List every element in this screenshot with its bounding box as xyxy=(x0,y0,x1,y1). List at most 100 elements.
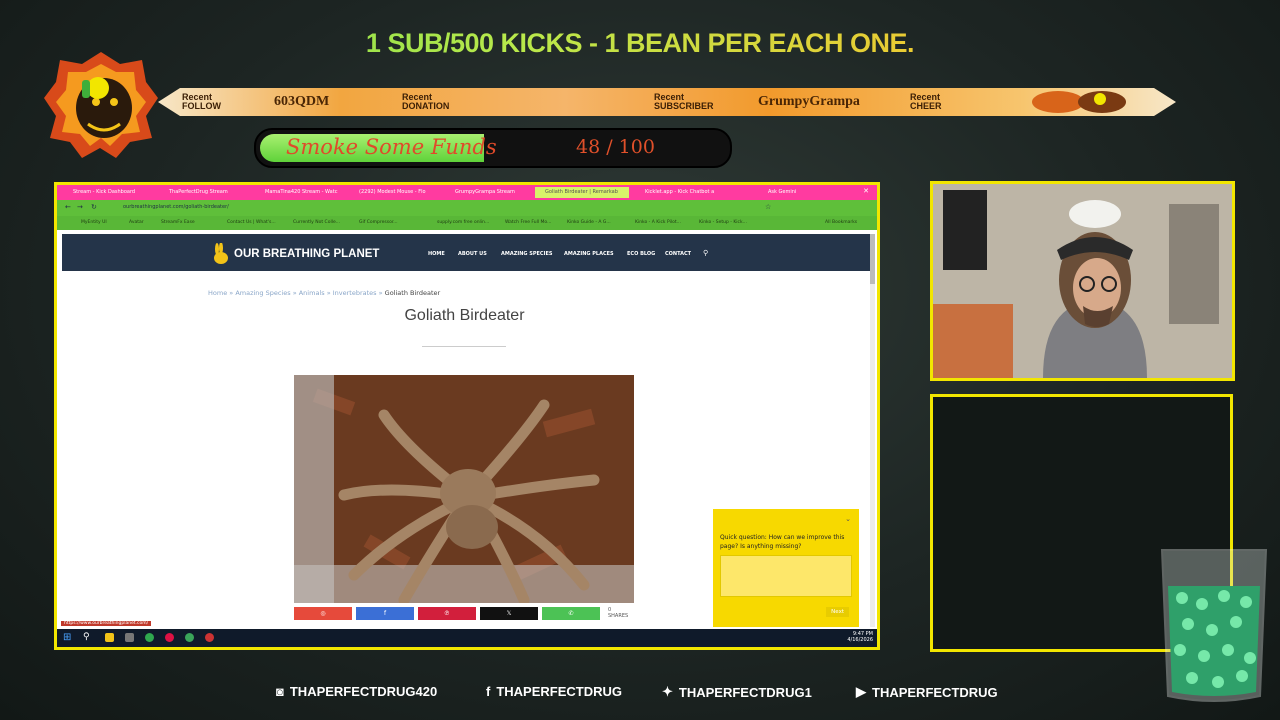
lion-logo-icon xyxy=(44,52,158,158)
site-logo[interactable]: OUR BREATHING PLANET xyxy=(210,243,379,265)
social-facebook: f THAPERFECTDRUG xyxy=(486,684,623,699)
browser-tab[interactable]: (2292) Modest Mouse - Flo xyxy=(349,187,437,198)
social-links: ◙ THAPERFECTDRUG420 f THAPERFECTDRUG ✦ THAP… xyxy=(0,684,1280,704)
nav-amazing-species[interactable]: AMAZING SPECIES xyxy=(501,251,552,257)
ticker-label: Recent SUBSCRIBER xyxy=(654,92,714,111)
social-instagram: ◙ THAPERFECTDRUG420 xyxy=(276,684,438,699)
close-window-icon[interactable]: ✕ xyxy=(863,187,869,195)
reload-icon[interactable]: ↻ xyxy=(91,203,97,211)
survey-next-button[interactable]: Next xyxy=(826,607,849,617)
breadcrumb-link[interactable]: Animals xyxy=(299,289,325,297)
browser-tab[interactable]: Stream - Kick Dashboard xyxy=(63,187,161,198)
nav-eco-blog[interactable]: ECO BLOG xyxy=(627,251,655,257)
title-divider xyxy=(422,346,506,347)
survey-answer-input[interactable] xyxy=(720,555,852,597)
bookmark-item[interactable]: Gif Compressor... xyxy=(359,220,398,225)
bookmark-item[interactable]: Kinko Guide - A G... xyxy=(567,220,611,225)
bookmark-item[interactable]: Contact Us | What's... xyxy=(227,220,276,225)
url-text[interactable]: ourbreathingplanet.com/goliath-birdeater… xyxy=(123,204,229,210)
instagram-icon: ◙ xyxy=(276,684,284,699)
bookmark-item[interactable]: Avatar xyxy=(129,220,144,225)
donation-goal-bar: Smoke Some Funds 48 / 100 xyxy=(254,128,732,168)
bookmarks-bar: MyEntity UI Avatar StreamFx Ease Contact… xyxy=(57,216,877,230)
breadcrumb-link[interactable]: Invertebrates xyxy=(333,289,377,297)
social-twitter: ✦ THAPERFECTDRUG1 xyxy=(662,684,812,700)
ticker-label: Recent DONATION xyxy=(402,92,450,111)
browser-tab-bar: Stream - Kick Dashboard ThaPerfectDrug S… xyxy=(57,185,877,200)
app-icon[interactable] xyxy=(125,633,134,642)
sub-goal-banner: 1 SUB/500 KICKS - 1 BEAN PER EACH ONE. xyxy=(0,28,1280,59)
system-clock: 9:47 PM 4/16/2026 xyxy=(847,631,873,643)
rabbit-logo-icon xyxy=(214,243,228,264)
share-pinterest-button[interactable]: ℗ xyxy=(418,607,476,620)
chrome-icon[interactable] xyxy=(145,633,154,642)
windows-taskbar: ⊞ ⚲ 9:47 PM 4/16/2026 xyxy=(57,629,877,647)
webcam-feed xyxy=(930,181,1235,381)
goal-label: Smoke Some Funds xyxy=(286,135,497,159)
browser-tab[interactable]: ThaPerfectDrug Stream xyxy=(159,187,249,198)
share-bar: ◎ f ℗ 𝕏 ✆ 0 SHARES xyxy=(294,607,628,620)
breadcrumb: Home » Amazing Species » Animals » Inver… xyxy=(208,289,441,297)
event-ticker: Recent FOLLOW 603QDM Recent DONATION Recen… xyxy=(158,88,1176,116)
search-taskbar-icon[interactable]: ⚲ xyxy=(83,632,90,642)
facebook-icon: f xyxy=(486,684,491,699)
survey-question: Quick question: How can we improve this … xyxy=(720,534,845,550)
nav-home[interactable]: HOME xyxy=(428,251,445,257)
breadcrumb-link[interactable]: Home xyxy=(208,289,227,297)
bookmark-item[interactable]: MyEntity UI xyxy=(81,220,107,225)
bookmark-item[interactable]: Watch Free Full Mo... xyxy=(505,220,551,225)
youtube-icon: ▶ xyxy=(856,684,866,699)
browser-tab-active[interactable]: Goliath Birdeater | Remarkab xyxy=(535,187,629,198)
bookmark-item[interactable]: Kinko - Setup - Kick... xyxy=(699,220,747,225)
bean-jar-icon xyxy=(1160,549,1268,702)
feedback-widget: ⌄ Quick question: How can we improve thi… xyxy=(713,509,859,627)
bookmark-item[interactable]: Kinko - A Kick Pilot... xyxy=(635,220,681,225)
file-explorer-icon[interactable] xyxy=(105,633,114,642)
status-url: https://www.ourbreathingplanet.com/ xyxy=(61,621,152,626)
browser-tab[interactable]: GrumpyGrampa Stream xyxy=(445,187,525,198)
share-reddit-button[interactable]: ◎ xyxy=(294,607,352,620)
breadcrumb-current: Goliath Birdeater xyxy=(384,289,441,297)
obs-icon[interactable] xyxy=(165,633,174,642)
streamer-webcam-image xyxy=(933,184,1232,378)
social-youtube: ▶ THAPERFECTDRUG xyxy=(856,684,998,700)
ticker-label: Recent CHEER xyxy=(910,92,942,111)
share-whatsapp-button[interactable]: ✆ xyxy=(542,607,600,620)
bookmark-star-icon[interactable]: ☆ xyxy=(765,203,771,211)
bookmark-item[interactable]: supply.com free onlin... xyxy=(437,220,489,225)
chrome-icon[interactable] xyxy=(185,633,194,642)
all-bookmarks[interactable]: All Bookmarks xyxy=(825,220,857,225)
forward-icon[interactable]: → xyxy=(77,203,83,211)
bookmark-item[interactable]: Currently Not Colle... xyxy=(293,220,340,225)
browser-tab[interactable]: Kicklet.app - Kick Chatbot a xyxy=(635,187,725,198)
collapse-icon[interactable]: ⌄ xyxy=(845,515,851,523)
nav-amazing-places[interactable]: AMAZING PLACES xyxy=(564,251,614,257)
search-icon[interactable]: ⚲ xyxy=(703,249,708,257)
page-title: Goliath Birdeater xyxy=(404,307,525,324)
bookmark-item[interactable]: StreamFx Ease xyxy=(161,220,195,225)
lion-mascot-icon xyxy=(1018,90,1130,114)
site-header: OUR BREATHING PLANET HOME ABOUT US AMAZI… xyxy=(62,234,874,271)
nav-contact[interactable]: CONTACT xyxy=(665,251,691,257)
address-bar[interactable]: ← → ↻ ourbreathingplanet.com/goliath-bir… xyxy=(57,200,877,216)
share-count: 0 SHARES xyxy=(608,607,629,619)
page-content: Home » Amazing Species » Animals » Inver… xyxy=(62,271,867,627)
share-facebook-button[interactable]: f xyxy=(356,607,414,620)
spider-image xyxy=(294,375,634,603)
goal-count: 48 / 100 xyxy=(576,136,655,158)
share-x-button[interactable]: 𝕏 xyxy=(480,607,538,620)
ticker-value: GrumpyGrampa xyxy=(758,94,860,109)
ticker-label: Recent FOLLOW xyxy=(182,92,221,111)
browser-tab[interactable]: MamaTina420 Stream - Watc xyxy=(255,187,343,198)
screen-capture: Stream - Kick Dashboard ThaPerfectDrug S… xyxy=(54,182,880,650)
ticker-value: 603QDM xyxy=(274,94,330,109)
start-menu-icon[interactable]: ⊞ xyxy=(63,632,71,643)
twitter-icon: ✦ xyxy=(662,684,673,699)
back-icon[interactable]: ← xyxy=(65,203,71,211)
breadcrumb-link[interactable]: Amazing Species xyxy=(235,289,290,297)
ask-gemini-button[interactable]: Ask Gemini xyxy=(760,187,808,198)
page-scrollbar[interactable] xyxy=(870,234,875,627)
tarantula-photo xyxy=(294,375,634,603)
nav-about-us[interactable]: ABOUT US xyxy=(458,251,487,257)
record-icon[interactable] xyxy=(205,633,214,642)
